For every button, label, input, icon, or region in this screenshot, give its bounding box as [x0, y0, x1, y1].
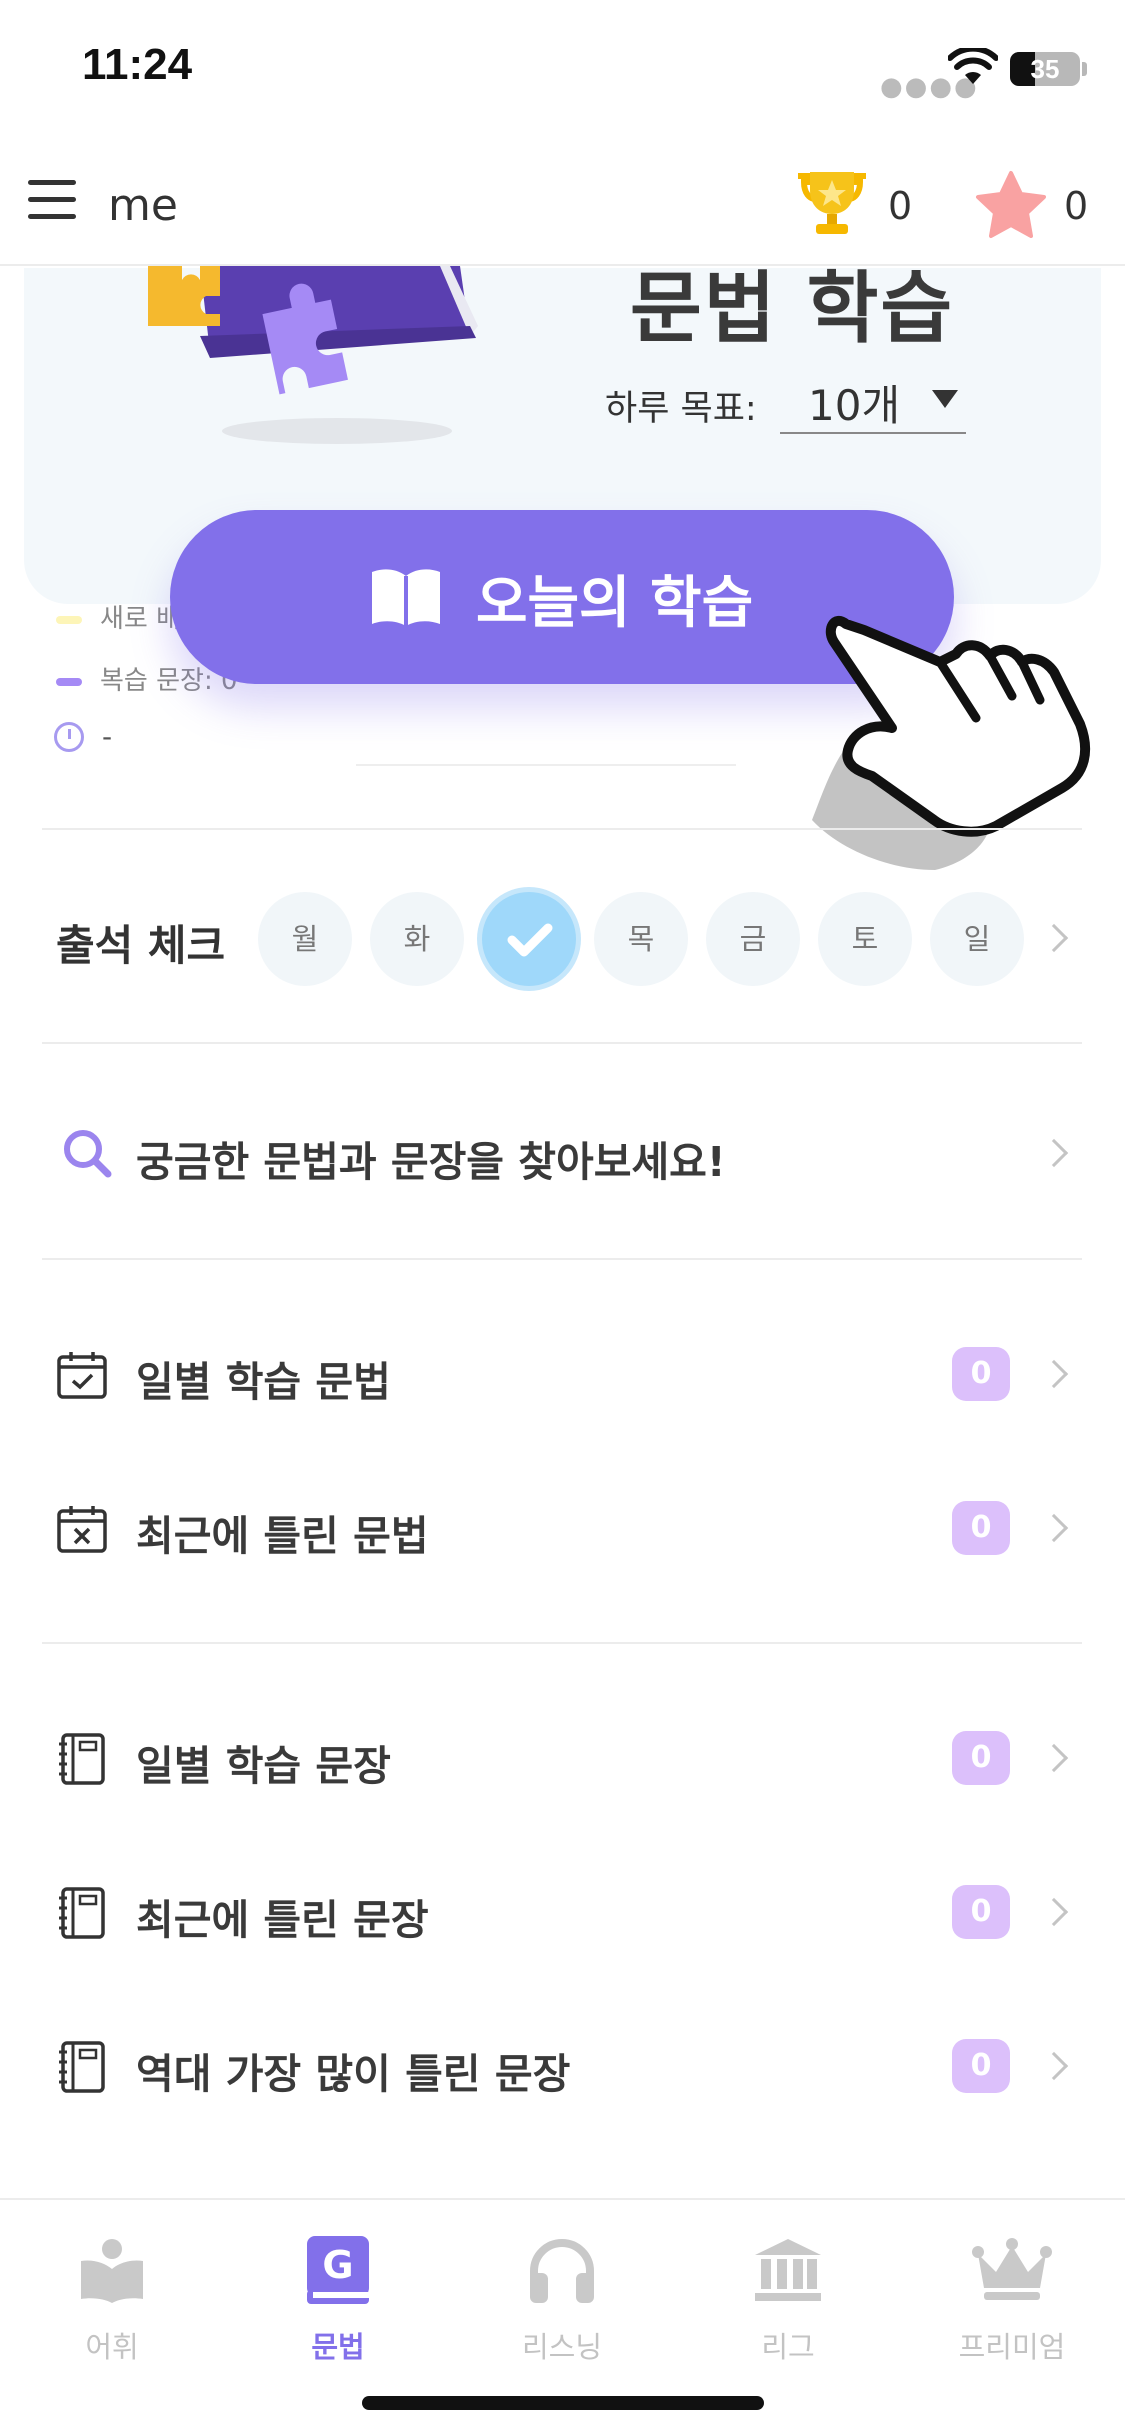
wifi-icon	[948, 48, 998, 84]
list-row-label: 최근에 틀린 문장	[136, 1896, 429, 1944]
pointing-hand-icon	[812, 615, 1091, 870]
hamburger-menu-icon[interactable]	[28, 180, 76, 228]
count-badge: 0	[952, 2039, 1010, 2093]
league-building-icon	[755, 2239, 821, 2301]
status-time: 11:24	[82, 40, 193, 89]
home-indicator	[362, 2396, 764, 2410]
chevron-right-icon	[1039, 1743, 1069, 1773]
search-chevron-right-icon[interactable]	[1039, 1138, 1069, 1168]
tab-label: 프리미엄	[958, 2330, 1066, 2364]
svg-text:G: G	[322, 2243, 353, 2287]
star-icon[interactable]	[975, 170, 1047, 240]
open-book-icon	[372, 569, 440, 626]
list-row-label: 일별 학습 문법	[136, 1358, 391, 1406]
header-title: me	[108, 180, 178, 231]
list-row-label: 역대 가장 많이 틀린 문장	[136, 2050, 571, 2098]
chevron-right-icon	[1039, 1359, 1069, 1389]
vocab-book-icon	[81, 2239, 143, 2303]
attendance-day-wed-checked	[482, 892, 576, 986]
attendance-day-fri: 금	[706, 892, 800, 986]
count-badge: 0	[952, 1501, 1010, 1555]
chevron-right-icon	[1039, 2051, 1069, 2081]
battery-icon: 35	[1010, 52, 1080, 86]
tab-league[interactable]: 리그	[698, 2230, 878, 2366]
daily-goal-label: 하루 목표:	[605, 389, 757, 429]
notebook-icon	[59, 1733, 105, 1785]
clock-icon	[54, 722, 84, 752]
attendance-day-thu: 목	[594, 892, 688, 986]
attendance-day-mon: 월	[258, 892, 352, 986]
attendance-title: 출석 체크	[56, 921, 226, 970]
notebook-icon	[59, 2041, 105, 2093]
headphones-icon	[530, 2239, 594, 2303]
notebook-icon	[59, 1887, 105, 1939]
chevron-right-icon	[1039, 1513, 1069, 1543]
tab-label: 리그	[761, 2330, 815, 2364]
trophy-icon[interactable]	[792, 168, 872, 240]
grammar-g-icon: G	[307, 2236, 369, 2304]
crown-icon	[972, 2238, 1052, 2300]
count-badge: 0	[952, 1347, 1010, 1401]
list-row-label: 일별 학습 문장	[136, 1742, 391, 1790]
search-icon[interactable]	[62, 1128, 112, 1178]
attendance-chevron-right-icon[interactable]	[1039, 923, 1069, 953]
count-badge: 0	[952, 1731, 1010, 1785]
calendar-check-icon	[57, 1352, 107, 1399]
tab-label: 문법	[311, 2330, 365, 2364]
list-row-label: 최근에 틀린 문법	[136, 1512, 429, 1560]
app-header: me 0 0	[0, 150, 1125, 266]
today-study-label: 오늘의 학습	[476, 571, 754, 636]
legend-new: 새로 배	[56, 598, 180, 635]
status-bar: 11:24 ●●●● 35	[0, 0, 1125, 140]
daily-goal-value: 10개	[808, 381, 901, 430]
book-puzzle-illustration	[148, 266, 478, 395]
battery-level: 35	[1030, 54, 1060, 84]
tab-label: 어휘	[85, 2330, 139, 2364]
attendance-day-sun: 일	[930, 892, 1024, 986]
count-badge: 0	[952, 1885, 1010, 1939]
calendar-x-icon	[57, 1506, 107, 1553]
study-time-value: -	[102, 720, 113, 753]
caret-down-icon	[932, 390, 958, 408]
tab-listening[interactable]: 리스닝	[472, 2230, 652, 2366]
chevron-right-icon	[1039, 1897, 1069, 1927]
checkmark-icon	[507, 923, 553, 957]
tab-vocabulary[interactable]: 어휘	[22, 2230, 202, 2366]
daily-goal-select[interactable]: 10개	[780, 362, 966, 434]
tab-label: 리스닝	[521, 2330, 603, 2364]
tab-premium[interactable]: 프리미엄	[922, 2230, 1102, 2366]
star-count: 0	[1064, 184, 1089, 228]
search-prompt[interactable]: 궁금한 문법과 문장을 찾아보세요!	[136, 1128, 726, 1188]
attendance-day-sat: 토	[818, 892, 912, 986]
trophy-count: 0	[888, 184, 913, 228]
tab-grammar[interactable]: G 문법	[248, 2230, 428, 2366]
attendance-day-tue: 화	[370, 892, 464, 986]
